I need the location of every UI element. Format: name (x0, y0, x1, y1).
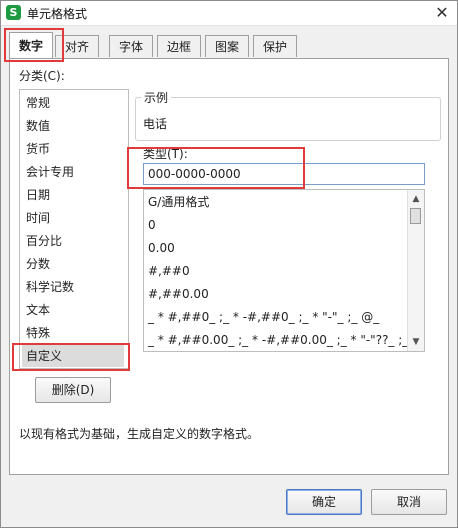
example-label: 示例 (141, 89, 172, 106)
dialog-title: 单元格格式 (27, 7, 88, 21)
type-input[interactable]: 000-0000-0000 (143, 163, 425, 185)
example-value: 电话 (143, 117, 168, 131)
format-item[interactable]: _ * #,##0.00_ ;_ * -#,##0.00_ ;_ * "-"??… (148, 329, 424, 351)
format-item[interactable]: #,##0.00 (148, 283, 209, 306)
tab-font[interactable]: 字体 (109, 35, 153, 57)
title-bar: S 单元格格式 ✕ (1, 1, 457, 26)
example-group (135, 97, 441, 141)
category-item[interactable]: 会计专用 (22, 161, 124, 183)
category-item[interactable]: 分数 (22, 253, 124, 275)
category-item[interactable]: 时间 (22, 207, 124, 229)
scroll-thumb[interactable] (410, 208, 421, 224)
format-cells-dialog: S 单元格格式 ✕ 数字 对齐 字体 边框 图案 保护 分类(C): 常规 数值… (0, 0, 458, 528)
tab-border[interactable]: 边框 (157, 35, 201, 57)
category-item[interactable]: 常规 (22, 92, 124, 114)
format-description: 以现有格式为基础，生成自定义的数字格式。 (19, 427, 260, 441)
format-item[interactable]: 0 (148, 214, 156, 237)
format-list-scrollbar[interactable]: ▲ ▼ (407, 190, 424, 351)
category-item[interactable]: 特殊 (22, 322, 124, 344)
format-item[interactable]: 0.00 (148, 237, 175, 260)
ok-button[interactable]: 确定 (286, 489, 362, 515)
category-item[interactable]: 百分比 (22, 230, 124, 252)
tab-alignment[interactable]: 对齐 (55, 35, 99, 57)
category-item[interactable]: 日期 (22, 184, 124, 206)
tab-number[interactable]: 数字 (9, 32, 53, 58)
cancel-button[interactable]: 取消 (371, 489, 447, 515)
category-item[interactable]: 文本 (22, 299, 124, 321)
format-item[interactable]: _ * #,##0_ ;_ * -#,##0_ ;_ * "-"_ ;_ @_ (148, 306, 379, 329)
format-item[interactable]: G/通用格式 (148, 191, 209, 214)
delete-button[interactable]: 删除(D) (35, 377, 111, 403)
tab-protection[interactable]: 保护 (253, 35, 297, 57)
category-item[interactable]: 数值 (22, 115, 124, 137)
close-icon[interactable]: ✕ (427, 1, 457, 25)
category-label: 分类(C): (19, 69, 65, 83)
category-list[interactable]: 常规 数值 货币 会计专用 日期 时间 百分比 分数 科学记数 文本 特殊 自定… (19, 89, 129, 369)
tab-pattern[interactable]: 图案 (205, 35, 249, 57)
category-item[interactable]: 货币 (22, 138, 124, 160)
category-item[interactable]: 科学记数 (22, 276, 124, 298)
scroll-up-icon[interactable]: ▲ (409, 192, 423, 206)
wps-spreadsheet-icon: S (6, 5, 21, 20)
category-item-custom[interactable]: 自定义 (22, 345, 124, 367)
scroll-down-icon[interactable]: ▼ (409, 335, 423, 349)
format-item[interactable]: #,##0 (148, 260, 190, 283)
format-list[interactable]: G/通用格式 0 0.00 #,##0 #,##0.00 _ * #,##0_ … (143, 189, 425, 352)
type-label: 类型(T): (143, 147, 188, 161)
